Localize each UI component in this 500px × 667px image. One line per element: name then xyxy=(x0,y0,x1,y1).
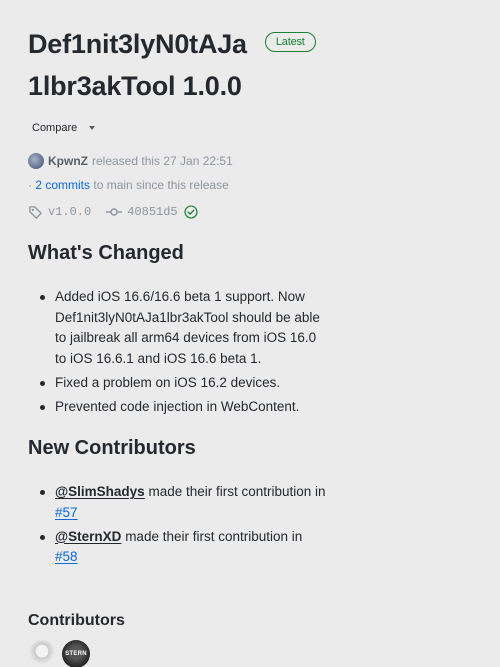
list-item: Prevented code injection in WebContent. xyxy=(28,397,328,418)
compare-label: Compare xyxy=(32,122,78,134)
released-text: released this 27 Jan 22:51 xyxy=(92,154,233,168)
release-title-text1[interactable]: Def1nit3lyN0tAJa xyxy=(28,29,247,59)
git-commit-icon xyxy=(106,208,123,216)
commits-suffix: to main since this release xyxy=(93,178,229,192)
contribution-text: made their first contribution in xyxy=(144,484,326,499)
contributor-avatar[interactable] xyxy=(28,640,56,667)
list-item: @SternXD made their first contribution i… xyxy=(28,527,328,568)
new-contributors-list: @SlimShadys made their first contributio… xyxy=(28,482,328,571)
tag-commit-row: v1.0.0 40851d5 xyxy=(28,203,198,221)
release-title-line1: Def1nit3lyN0tAJa Latest xyxy=(28,24,488,66)
release-meta: KpwnZ released this 27 Jan 22:51 xyxy=(28,152,233,170)
compare-button[interactable]: Compare xyxy=(32,118,96,138)
contributor-avatar[interactable]: STERN xyxy=(62,640,90,667)
tag-icon xyxy=(29,205,42,219)
changes-list: Added iOS 16.6/16.6 beta 1 support. Now … xyxy=(28,287,328,421)
tag-link[interactable]: v1.0.0 xyxy=(48,205,91,219)
commits-since-release: · 2 commits to main since this release xyxy=(28,178,229,194)
contributor-mention-link[interactable]: @SlimShadys xyxy=(55,484,145,499)
verified-check-icon[interactable] xyxy=(184,205,198,219)
list-item: Added iOS 16.6/16.6 beta 1 support. Now … xyxy=(28,287,328,369)
commit-sha-link[interactable]: 40851d5 xyxy=(127,205,177,219)
new-contributors-heading: New Contributors xyxy=(28,437,196,459)
pull-request-link[interactable]: #57 xyxy=(55,505,78,520)
release-title[interactable]: Def1nit3lyN0tAJa Latest 1lbr3akTool 1.0.0 xyxy=(28,24,488,108)
author-link[interactable]: KpwnZ xyxy=(48,154,88,168)
pull-request-link[interactable]: #58 xyxy=(55,549,78,564)
list-item: Fixed a problem on iOS 16.2 devices. xyxy=(28,373,328,394)
commits-link[interactable]: 2 commits xyxy=(35,178,90,192)
whats-changed-heading: What's Changed xyxy=(28,242,184,264)
latest-badge: Latest xyxy=(264,31,316,52)
contributors-avatars: STERN xyxy=(28,640,96,667)
release-title-line2[interactable]: 1lbr3akTool 1.0.0 xyxy=(28,66,488,108)
contributors-heading: Contributors xyxy=(28,612,125,629)
contribution-text: made their first contribution in xyxy=(121,528,303,544)
contributor-mention-link[interactable]: @SternXD xyxy=(55,529,121,544)
caret-down-icon xyxy=(89,126,96,130)
commits-prefix: · xyxy=(28,178,32,192)
list-item: @SlimShadys made their first contributio… xyxy=(28,482,328,523)
author-avatar[interactable] xyxy=(28,153,44,169)
release-header: Def1nit3lyN0tAJa Latest 1lbr3akTool 1.0.0 xyxy=(28,24,488,108)
